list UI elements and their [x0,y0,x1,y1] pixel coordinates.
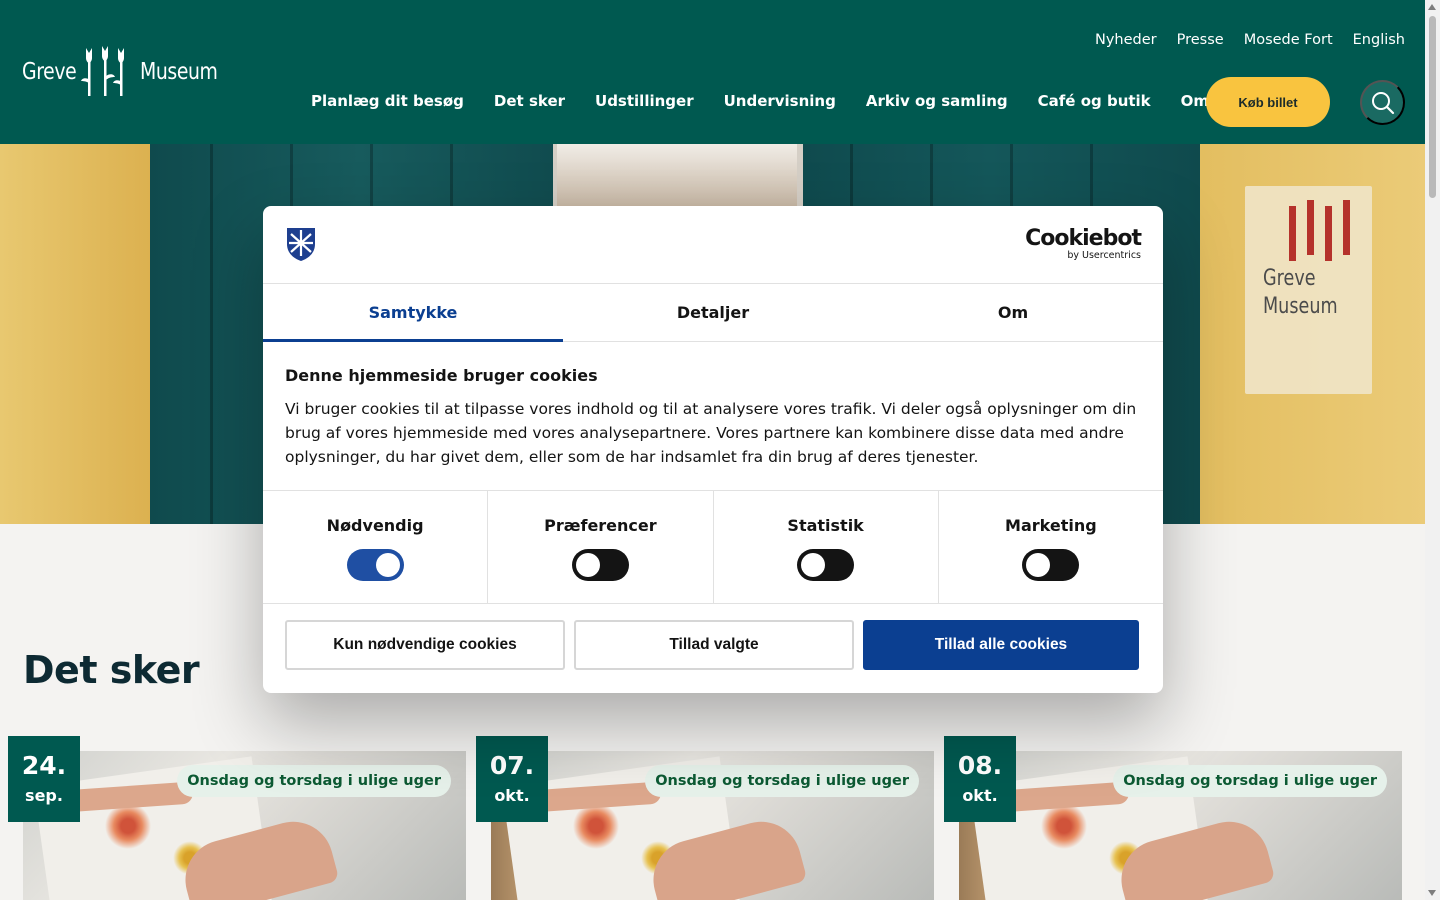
event-tag: Onsdag og torsdag i ulige uger [1113,765,1387,797]
scroll-up-arrow-icon[interactable] [1428,4,1436,10]
nav-undervisning[interactable]: Undervisning [724,92,836,110]
utility-nav: Nyheder Presse Mosede Fort English [1095,32,1405,48]
dialog-text: Vi bruger cookies til at tilpasse vores … [285,400,1137,466]
site-logo[interactable]: Greve Museum [22,46,235,98]
municipality-crest-icon [287,228,315,261]
site-header: Greve Museum Nyheder Presse Mosede Fort … [0,0,1425,144]
necessary-only-button[interactable]: Kun nødvendige cookies [285,620,565,670]
toplink-mosede-fort[interactable]: Mosede Fort [1244,32,1333,48]
nav-udstillinger[interactable]: Udstillinger [595,92,694,110]
logo-word-greve: Greve [22,59,77,85]
museum-sign: Greve Museum [1245,186,1372,394]
event-tag: Onsdag og torsdag i ulige uger [177,765,451,797]
logo-word-museum: Museum [140,59,218,85]
nav-planlaeg-dit-besoeg[interactable]: Planlæg dit besøg [311,92,464,110]
event-day: 24. [21,750,67,780]
consent-toggles: Nødvendig Præferencer Statistik Marketin… [263,490,1163,604]
toggle-statistik[interactable] [797,549,855,581]
toggle-marketing[interactable] [1022,549,1080,581]
toggle-label: Marketing [1005,516,1097,535]
event-card-1[interactable]: Onsdag og torsdag i ulige uger [23,751,466,900]
event-date-1: 24. sep. [8,736,80,822]
toggle-label: Statistik [787,516,864,535]
cookie-consent-dialog: Cookiebot by Usercentrics Samtykke Detal… [263,206,1163,693]
page-scrollbar[interactable] [1425,0,1440,900]
event-month: okt. [962,785,998,805]
hero-arch-view [557,144,797,206]
toggle-group-praeferencer: Præferencer [488,491,714,603]
search-icon [1371,91,1394,114]
event-card-3[interactable]: Onsdag og torsdag i ulige uger [959,751,1402,900]
cookiebot-logo[interactable]: Cookiebot by Usercentrics [1025,226,1142,261]
nav-det-sker[interactable]: Det sker [494,92,565,110]
event-month: sep. [25,785,63,805]
hero-wall-left [0,144,150,524]
scrollbar-thumb[interactable] [1429,16,1436,198]
tab-detaljer[interactable]: Detaljer [563,284,863,341]
dialog-body: Denne hjemmeside bruger cookies Vi bruge… [285,366,1145,469]
toggle-label: Nødvendig [326,516,424,535]
sign-text-museum: Museum [1263,294,1338,319]
allow-selected-button[interactable]: Tillad valgte [574,620,854,670]
event-tag: Onsdag og torsdag i ulige uger [645,765,919,797]
dialog-buttons: Kun nødvendige cookies Tillad valgte Til… [285,620,1139,670]
event-card-2[interactable]: Onsdag og torsdag i ulige uger [491,751,934,900]
toplink-english[interactable]: English [1353,32,1405,48]
dialog-heading: Denne hjemmeside bruger cookies [285,366,598,385]
dialog-tabs: Samtykke Detaljer Om [263,284,1163,342]
toggle-group-marketing: Marketing [939,491,1163,603]
section-title-det-sker: Det sker [23,648,200,692]
event-month: okt. [494,785,530,805]
tab-om[interactable]: Om [863,284,1163,341]
toggle-noedvendig[interactable] [346,549,404,581]
search-button[interactable] [1360,80,1405,125]
tulip-logo-icon [81,46,124,96]
cookiebot-brand: Cookiebot [1025,226,1142,251]
toggle-label: Præferencer [544,516,657,535]
toggle-praeferencer[interactable] [571,549,629,581]
nav-arkiv-og-samling[interactable]: Arkiv og samling [866,92,1008,110]
toplink-nyheder[interactable]: Nyheder [1095,32,1157,48]
event-date-2: 07. okt. [476,736,548,822]
dialog-header: Cookiebot by Usercentrics [263,206,1163,284]
event-day: 07. [489,750,535,780]
allow-all-button[interactable]: Tillad alle cookies [863,620,1139,670]
event-day: 08. [957,750,1003,780]
toplink-presse[interactable]: Presse [1177,32,1224,48]
toggle-group-noedvendig: Nødvendig [263,491,489,603]
sign-text-greve: Greve [1263,266,1316,291]
tab-samtykke[interactable]: Samtykke [263,284,563,342]
event-date-3: 08. okt. [944,736,1016,822]
buy-ticket-button[interactable]: Køb billet [1206,77,1330,127]
scroll-down-arrow-icon[interactable] [1428,890,1436,896]
main-nav: Planlæg dit besøg Det sker Udstillinger … [311,92,1307,110]
cookiebot-sub: by Usercentrics [1067,250,1141,261]
toggle-group-statistik: Statistik [714,491,939,603]
nav-cafe-og-butik[interactable]: Café og butik [1038,92,1151,110]
